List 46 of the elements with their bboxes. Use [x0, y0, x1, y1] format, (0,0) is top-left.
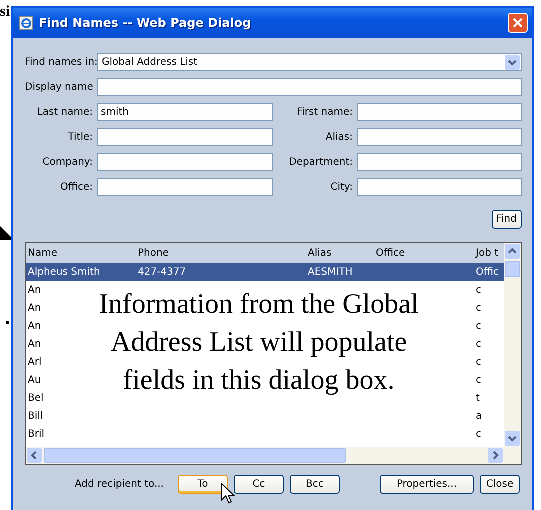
field-label: First name: — [296, 106, 353, 118]
scroll-thumb[interactable] — [505, 261, 520, 277]
dialog-button[interactable]: Properties... — [380, 475, 474, 494]
scroll-down-icon[interactable] — [505, 431, 520, 446]
field-label: City: — [330, 182, 353, 192]
scroll-thumb[interactable] — [44, 448, 346, 463]
recipient-button[interactable]: To — [178, 475, 228, 494]
arrow-icon — [0, 226, 14, 242]
input-field[interactable] — [97, 178, 273, 196]
field-label: Title: — [67, 132, 93, 142]
slide-heading-fragment: si — [0, 3, 10, 21]
input-field[interactable] — [97, 153, 273, 171]
mouse-cursor-icon — [221, 483, 235, 505]
field-label: Department: — [288, 156, 353, 168]
input-field[interactable] — [357, 178, 522, 196]
list-row[interactable]: Alpheus Smith 427-4377 AESMITH Offic — [26, 263, 504, 281]
address-book-dropdown[interactable]: Global Address List — [97, 53, 522, 71]
close-button[interactable] — [508, 13, 528, 33]
column-header[interactable]: Alias — [306, 248, 374, 258]
column-header[interactable]: Name — [26, 248, 136, 258]
input-field[interactable] — [357, 128, 522, 146]
recipient-button[interactable]: Cc — [234, 475, 284, 494]
field-label: Display name — [25, 82, 93, 92]
column-header[interactable]: Phone — [136, 248, 306, 258]
field-label: Alias: — [324, 132, 353, 142]
close-icon — [513, 18, 523, 28]
dialog-button[interactable]: Close — [480, 475, 520, 494]
input-field[interactable]: smith — [97, 103, 273, 121]
horizontal-scrollbar[interactable] — [26, 447, 504, 464]
find-button[interactable]: Find — [492, 210, 522, 229]
recipient-button[interactable]: Bcc — [290, 475, 340, 494]
scroll-up-icon[interactable] — [505, 244, 520, 259]
column-header[interactable]: Job t — [474, 248, 504, 258]
input-field[interactable] — [97, 128, 273, 146]
scroll-right-icon[interactable] — [488, 448, 503, 463]
add-recipient-label: Add recipient to... — [75, 479, 164, 490]
field-label: Company: — [42, 156, 93, 168]
input-field[interactable] — [357, 103, 522, 121]
field-label: Office: — [59, 182, 93, 192]
scroll-left-icon[interactable] — [27, 448, 42, 463]
field-label: Last name: — [36, 106, 93, 118]
input-field[interactable] — [357, 153, 522, 171]
column-header[interactable]: Office — [374, 248, 474, 258]
display-name-field[interactable] — [97, 78, 522, 96]
vertical-scrollbar[interactable] — [504, 243, 521, 464]
window-title: Find Names -- Web Page Dialog — [39, 16, 252, 30]
